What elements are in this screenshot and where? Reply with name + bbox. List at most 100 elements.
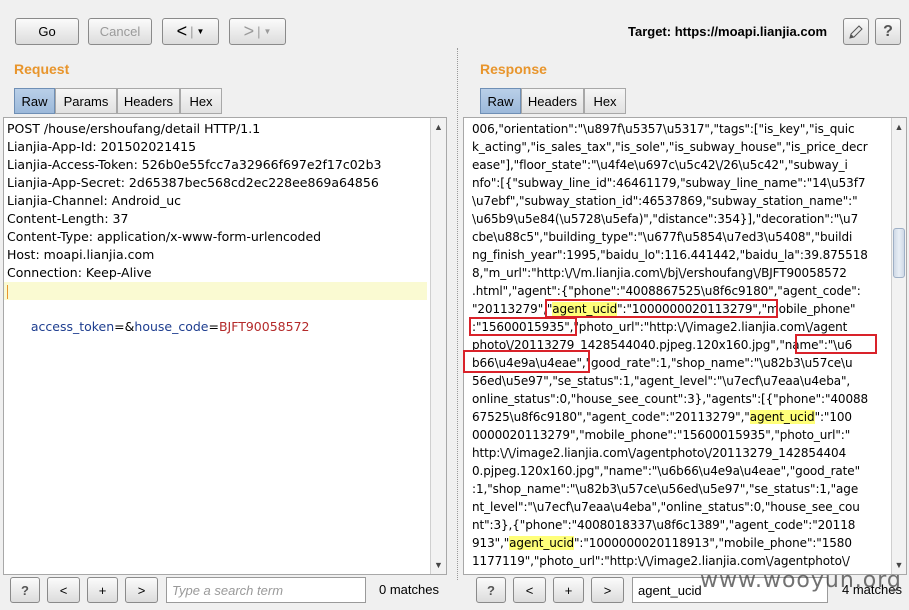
- search-highlight: agent_ucid: [509, 536, 574, 550]
- next-match-button[interactable]: >: [591, 577, 624, 603]
- response-line: 0.pjpeg.120x160.jpg","name":"\u6b66\u4e9…: [472, 462, 906, 480]
- response-line: online_status":0,"house_see_count":3},"a…: [472, 390, 906, 408]
- previous-match-button[interactable]: <: [47, 577, 80, 603]
- param-value: BJFT90058572: [218, 319, 310, 334]
- request-line: Lianjia-App-Secret: 2d65387bec568cd2ec22…: [7, 175, 379, 190]
- response-line: 006,"orientation":"\u897f\u5357\u5317","…: [472, 120, 906, 138]
- response-text-segment: 56ed\u5e97","se_status":1,"agent_level":…: [472, 374, 851, 388]
- annotation-box-name-value: [463, 350, 590, 373]
- response-text-segment: :1,"shop_name":"\u82b3\u57ce\u56ed\u5e97…: [472, 482, 859, 496]
- response-text-segment: 8,"m_url":"http:\/\/m.lianjia.com\/bj\/e…: [472, 266, 847, 280]
- response-text-segment: ":"100: [814, 410, 852, 424]
- tab-response-headers[interactable]: Headers: [521, 88, 584, 114]
- tab-request-raw[interactable]: Raw: [14, 88, 55, 114]
- tab-request-hex[interactable]: Hex: [180, 88, 222, 114]
- annotation-box-agent-ucid: [545, 299, 778, 318]
- tab-response-hex[interactable]: Hex: [584, 88, 626, 114]
- response-title: Response: [480, 61, 547, 77]
- go-button[interactable]: Go: [15, 18, 79, 45]
- scroll-down-icon[interactable]: ▼: [431, 558, 446, 572]
- response-text-segment: \u7ebf","subway_station_id":46537869,"su…: [472, 194, 858, 208]
- response-line: .html","agent":{"phone":"4008867525\u8f6…: [472, 282, 906, 300]
- request-line: Lianjia-Channel: Android_uc: [7, 193, 182, 208]
- response-text-segment: k_acting","is_sales_tax","is_sole","is_s…: [472, 140, 868, 154]
- add-button[interactable]: +: [87, 577, 118, 603]
- edit-target-button[interactable]: [843, 18, 869, 45]
- response-text-segment: ng_finish_year":1995,"baidu_lo":116.4414…: [472, 248, 868, 262]
- request-editor[interactable]: POST /house/ershoufang/detail HTTP/1.1 L…: [3, 117, 447, 575]
- response-text-segment: ease"],"floor_state":"\u4f4e\u697c\u5c42…: [472, 158, 848, 172]
- response-text-segment: .html","agent":{"phone":"4008867525\u8f6…: [472, 284, 861, 298]
- tab-request-headers[interactable]: Headers: [117, 88, 180, 114]
- response-text-segment: ":"1000000020118913","mobile_phone":"158…: [574, 536, 852, 550]
- response-line: 56ed\u5e97","se_status":1,"agent_level":…: [472, 372, 906, 390]
- scroll-up-icon[interactable]: ▲: [892, 120, 906, 134]
- text-caret: [7, 284, 8, 299]
- response-line: nfo":[{"subway_line_id":46461179,"subway…: [472, 174, 906, 192]
- request-line: Connection: Keep-Alive: [7, 265, 152, 280]
- param-name: house_code: [134, 319, 209, 334]
- search-highlight: agent_ucid: [749, 410, 815, 424]
- request-title: Request: [14, 61, 70, 77]
- response-line: \u7ebf","subway_station_id":46537869,"su…: [472, 192, 906, 210]
- response-line: 913","agent_ucid":"1000000020118913","mo…: [472, 534, 906, 552]
- response-text-segment: 913",": [472, 536, 510, 550]
- scroll-up-icon[interactable]: ▲: [431, 120, 446, 134]
- response-line: 8,"m_url":"http:\/\/m.lianjia.com\/bj\/e…: [472, 264, 906, 282]
- request-line: POST /house/ershoufang/detail HTTP/1.1: [7, 121, 261, 136]
- request-line: Content-Type: application/x-www-form-url…: [7, 229, 322, 244]
- annotation-box-mobile-phone: [469, 317, 577, 336]
- response-text-segment: 006,"orientation":"\u897f\u5357\u5317","…: [472, 122, 855, 136]
- response-line: 0000020113279","mobile_phone":"156000159…: [472, 426, 906, 444]
- help-button[interactable]: ?: [476, 577, 506, 603]
- request-match-count: 0 matches: [379, 582, 439, 597]
- response-text-segment: http:\/\/image2.lianjia.com\/agentphoto\…: [472, 446, 847, 460]
- pencil-icon: [849, 24, 863, 39]
- tab-request-params[interactable]: Params: [55, 88, 117, 114]
- response-text-segment: 1177119","photo_url":"http:\/\/image2.li…: [472, 554, 850, 568]
- response-text-segment: \u65b9\u5e84(\u5728\u5efa)","distance":3…: [472, 212, 859, 226]
- response-line: http:\/\/image2.lianjia.com\/agentphoto\…: [472, 444, 906, 462]
- response-text-segment: "20113279",": [472, 302, 553, 316]
- response-line: 67525\u8f6c9180","agent_code":"20113279"…: [472, 408, 906, 426]
- response-text-segment: nt":3},{"phone":"4008018337\u8f6c1389","…: [472, 518, 856, 532]
- request-scrollbar[interactable]: ▲ ▼: [430, 118, 446, 574]
- dropdown-icon: ▼: [196, 27, 205, 36]
- response-text-segment: 67525\u8f6c9180","agent_code":"20113279"…: [472, 410, 750, 424]
- response-line: cbe\u88c5","building_type":"\u677f\u5854…: [472, 228, 906, 246]
- response-line: nt_level":"\u7ecf\u7eaa\u4eba","online_s…: [472, 498, 906, 516]
- response-line: nt":3},{"phone":"4008018337\u8f6c1389","…: [472, 516, 906, 534]
- help-button[interactable]: ?: [10, 577, 40, 603]
- response-line: k_acting","is_sales_tax","is_sole","is_s…: [472, 138, 906, 156]
- request-search-input[interactable]: [172, 582, 365, 598]
- scroll-thumb[interactable]: [893, 228, 905, 278]
- forward-button[interactable]: > | ▼: [229, 18, 286, 45]
- dropdown-icon: ▼: [263, 27, 272, 36]
- next-match-button[interactable]: >: [125, 577, 158, 603]
- watermark: www.wooyun.org: [700, 568, 902, 593]
- request-line: Lianjia-App-Id: 201502021415: [7, 139, 197, 154]
- response-line: :1,"shop_name":"\u82b3\u57ce\u56ed\u5e97…: [472, 480, 906, 498]
- add-button[interactable]: +: [553, 577, 584, 603]
- panel-divider[interactable]: [457, 48, 459, 580]
- request-body-line: access_token=&house_code=BJFT90058572: [30, 319, 310, 334]
- back-button[interactable]: < | ▼: [162, 18, 219, 45]
- target-label: Target: https://moapi.lianjia.com: [628, 24, 828, 39]
- response-text-segment: online_status":0,"house_see_count":3},"a…: [472, 392, 869, 406]
- back-arrow-icon: <: [176, 21, 188, 41]
- response-scrollbar[interactable]: ▲ ▼: [891, 118, 906, 574]
- response-line: ng_finish_year":1995,"baidu_lo":116.4414…: [472, 246, 906, 264]
- tab-response-raw[interactable]: Raw: [480, 88, 521, 114]
- help-button[interactable]: ?: [875, 18, 901, 45]
- request-caret-line: [4, 282, 427, 300]
- response-line: ease"],"floor_state":"\u4f4e\u697c\u5c42…: [472, 156, 906, 174]
- request-line: Host: moapi.lianjia.com: [7, 247, 155, 262]
- forward-arrow-icon: >: [243, 21, 255, 41]
- response-line: \u65b9\u5e84(\u5728\u5efa)","distance":3…: [472, 210, 906, 228]
- cancel-button[interactable]: Cancel: [88, 18, 152, 45]
- response-text-segment: 0.pjpeg.120x160.jpg","name":"\u6b66\u4e9…: [472, 464, 860, 478]
- previous-match-button[interactable]: <: [513, 577, 546, 603]
- request-line: Content-Length: 37: [7, 211, 129, 226]
- request-search-field[interactable]: [166, 577, 366, 603]
- annotation-box-name: [795, 334, 877, 354]
